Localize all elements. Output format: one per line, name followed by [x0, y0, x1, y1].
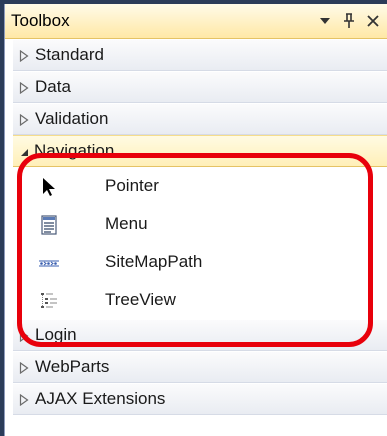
group-validation[interactable]: Validation: [13, 103, 387, 135]
group-data[interactable]: Data: [13, 71, 387, 103]
toolbox-item-menu[interactable]: Menu: [13, 205, 387, 243]
toolbox-item-sitemappath[interactable]: SiteMapPath: [13, 243, 387, 281]
toolbox-item-pointer[interactable]: Pointer: [13, 167, 387, 205]
title-controls: [312, 9, 384, 33]
group-label: Login: [35, 325, 77, 344]
group-label: Data: [35, 77, 71, 96]
collapsed-triangle-icon: [19, 394, 29, 406]
group-label: AJAX Extensions: [35, 389, 166, 408]
treeview-icon: [41, 293, 57, 308]
group-label: WebParts: [35, 357, 110, 376]
item-label: Menu: [105, 214, 148, 233]
group-label: Navigation: [34, 141, 115, 160]
toolbox-window: Toolbox Standard Data Validation Navigat…: [4, 4, 387, 436]
collapsed-triangle-icon: [19, 82, 29, 94]
collapsed-triangle-icon: [19, 362, 29, 374]
group-label: Validation: [35, 109, 109, 128]
group-ajax-extensions[interactable]: AJAX Extensions: [13, 383, 387, 415]
toolbox-item-treeview[interactable]: TreeView: [13, 281, 387, 319]
collapsed-triangle-icon: [19, 50, 29, 62]
pointer-arrow-icon: [43, 178, 55, 196]
group-navigation[interactable]: Navigation: [13, 135, 387, 167]
window-title: Toolbox: [11, 11, 70, 30]
group-label: Standard: [35, 45, 104, 64]
dropdown-arrow-icon[interactable]: [314, 10, 336, 32]
pin-icon[interactable]: [338, 10, 360, 32]
item-label: Pointer: [105, 176, 159, 195]
sitemappath-icon: [39, 260, 59, 267]
group-webparts[interactable]: WebParts: [13, 351, 387, 383]
expanded-triangle-icon: [21, 149, 28, 156]
menu-icon: [41, 215, 57, 235]
collapsed-triangle-icon: [19, 114, 29, 126]
toolbox-titlebar[interactable]: Toolbox: [5, 4, 387, 39]
group-standard[interactable]: Standard: [13, 39, 387, 71]
group-login[interactable]: Login: [13, 319, 387, 351]
toolbox-list: Standard Data Validation Navigation Poin…: [13, 39, 387, 415]
item-label: TreeView: [105, 290, 176, 309]
collapsed-triangle-icon: [19, 330, 29, 342]
close-icon[interactable]: [362, 10, 384, 32]
item-label: SiteMapPath: [105, 252, 203, 271]
